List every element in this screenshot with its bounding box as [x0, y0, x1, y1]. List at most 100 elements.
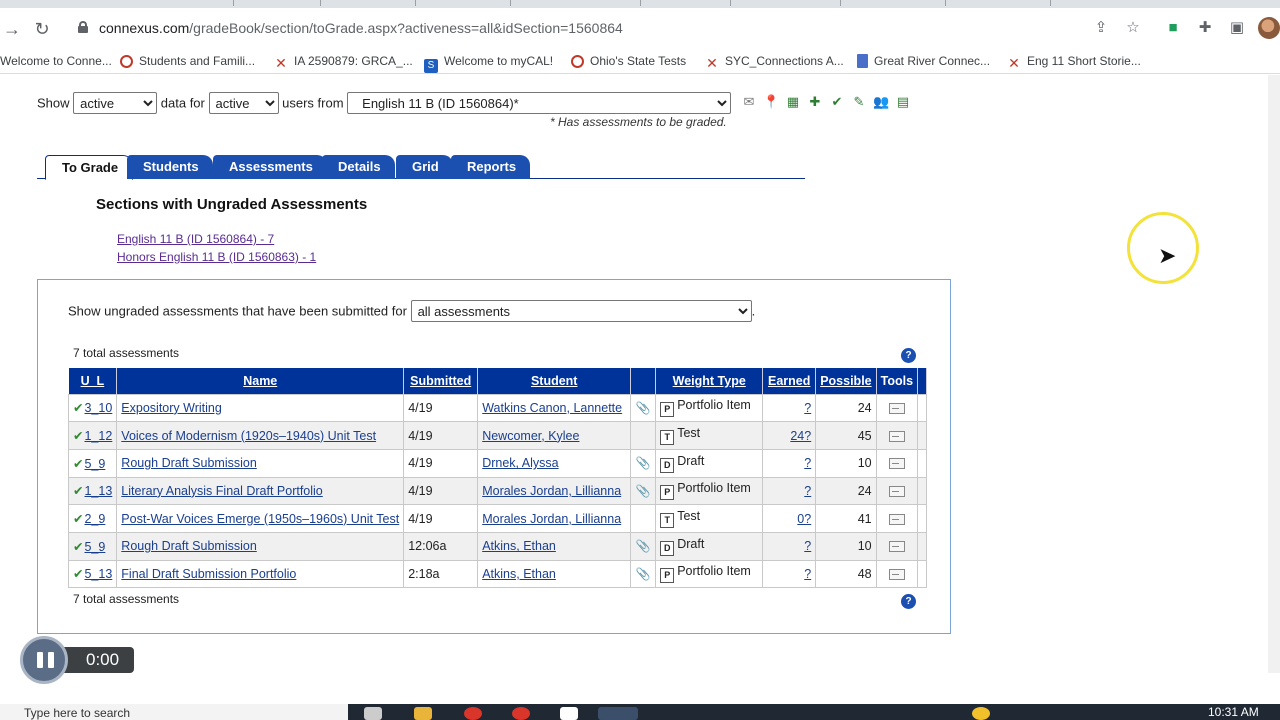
message-tool-icon[interactable]: [888, 430, 905, 442]
message-tool-icon[interactable]: [888, 513, 905, 525]
ul-link[interactable]: 5_9: [84, 540, 105, 554]
paperclip-icon[interactable]: 📎: [636, 567, 651, 581]
earned-link[interactable]: ?: [804, 456, 811, 470]
bookmark-ohio-tests[interactable]: Ohio's State Tests: [571, 52, 686, 70]
url-text[interactable]: connexus.com/gradeBook/section/toGrade.a…: [99, 20, 623, 36]
tab-details[interactable]: Details: [322, 155, 395, 179]
earned-link[interactable]: 24?: [790, 429, 811, 443]
col-tools: Tools: [876, 368, 919, 394]
bookmark-welcome-connexus[interactable]: Welcome to Conne...: [0, 52, 112, 70]
bookmark-students-families[interactable]: Students and Famili...: [120, 52, 255, 70]
approve-icon[interactable]: ✔: [829, 94, 845, 110]
assessment-name-link[interactable]: Literary Analysis Final Draft Portfolio: [121, 484, 322, 498]
earned-link[interactable]: ?: [804, 567, 811, 581]
tab-reports[interactable]: Reports: [451, 155, 531, 179]
col-earned[interactable]: Earned: [762, 368, 817, 394]
message-tool-icon[interactable]: [888, 568, 905, 580]
message-tool-icon[interactable]: [888, 402, 905, 414]
earned-link[interactable]: ?: [804, 539, 811, 553]
taskbar-search-box[interactable]: Type here to search: [0, 704, 348, 720]
bookmark-syc-connections[interactable]: ✕ SYC_Connections A...: [705, 52, 844, 70]
users-icon[interactable]: 👥: [873, 94, 889, 110]
col-student[interactable]: Student: [477, 368, 632, 394]
col-name[interactable]: Name: [116, 368, 405, 394]
bookmark-mycal[interactable]: S Welcome to myCAL!: [424, 52, 553, 73]
paperclip-icon[interactable]: 📎: [636, 401, 651, 415]
ul-link[interactable]: 2_9: [84, 512, 105, 526]
student-link[interactable]: Morales Jordan, Lillianna: [482, 512, 621, 526]
message-tool-icon[interactable]: [888, 541, 905, 553]
page-scrollbar[interactable]: [1268, 75, 1280, 673]
possible-cell: 10: [815, 531, 877, 561]
tab-students[interactable]: Students: [127, 155, 213, 179]
star-icon[interactable]: ☆: [1124, 19, 1142, 37]
earned-link[interactable]: ?: [804, 484, 811, 498]
file-explorer-icon[interactable]: [414, 707, 432, 720]
assessment-name-link[interactable]: Voices of Modernism (1920s–1940s) Unit T…: [121, 429, 376, 443]
ul-link[interactable]: 3_10: [84, 401, 112, 415]
puzzle-icon[interactable]: ✚: [1196, 19, 1214, 37]
student-link[interactable]: Drnek, Alyssa: [482, 456, 558, 470]
student-link[interactable]: Morales Jordan, Lillianna: [482, 484, 621, 498]
activeness-select[interactable]: active: [73, 92, 158, 114]
student-link[interactable]: Atkins, Ethan: [482, 567, 556, 581]
reload-icon[interactable]: ↻: [30, 17, 54, 41]
add-icon[interactable]: ✚: [807, 94, 823, 110]
message-tool-icon[interactable]: [888, 485, 905, 497]
forward-icon[interactable]: →: [0, 17, 24, 41]
bookmark-eng11-short-stories[interactable]: ✕ Eng 11 Short Storie...: [1007, 52, 1141, 70]
ul-link[interactable]: 5_13: [84, 567, 112, 581]
paperclip-icon[interactable]: 📎: [636, 539, 651, 553]
assessment-name-link[interactable]: Post-War Voices Emerge (1950s–1960s) Uni…: [121, 512, 399, 526]
pin-icon[interactable]: 📍: [763, 94, 779, 110]
assessment-name-link[interactable]: Final Draft Submission Portfolio: [121, 567, 296, 581]
ul-link[interactable]: 1_12: [84, 429, 112, 443]
assessment-name-link[interactable]: Rough Draft Submission: [121, 456, 256, 470]
report-icon[interactable]: ▤: [895, 94, 911, 110]
col-possible[interactable]: Possible: [815, 368, 877, 394]
earned-link[interactable]: ?: [804, 401, 811, 415]
chrome-profile-icon[interactable]: [512, 707, 530, 720]
app-icon[interactable]: [560, 707, 578, 720]
assessment-name-link[interactable]: Rough Draft Submission: [121, 539, 256, 553]
student-link[interactable]: Watkins Canon, Lannette: [482, 401, 622, 415]
message-icon[interactable]: ✉: [741, 94, 757, 110]
url-omnibox[interactable]: connexus.com/gradeBook/section/toGrade.a…: [62, 13, 1082, 43]
tab-grid[interactable]: Grid: [396, 155, 453, 179]
sidepanel-icon[interactable]: ▣: [1228, 19, 1246, 37]
task-view-icon[interactable]: [364, 707, 382, 720]
profile-avatar[interactable]: [1258, 17, 1280, 39]
assessment-name-link[interactable]: Expository Writing: [121, 401, 222, 415]
edit-icon[interactable]: ✎: [851, 94, 867, 110]
active-app-icon[interactable]: [598, 707, 638, 720]
col-ul[interactable]: U_L: [68, 368, 118, 394]
extension-green-icon[interactable]: ■: [1164, 19, 1182, 37]
share-icon[interactable]: ⇪: [1092, 19, 1110, 37]
tab-to-grade[interactable]: To Grade: [45, 155, 134, 180]
paperclip-icon[interactable]: 📎: [636, 484, 651, 498]
message-tool-icon[interactable]: [888, 458, 905, 470]
section-select[interactable]: English 11 B (ID 1560864)*: [347, 92, 732, 114]
col-submitted[interactable]: Submitted: [403, 368, 479, 394]
earned-link[interactable]: 0?: [797, 512, 811, 526]
student-link[interactable]: Atkins, Ethan: [482, 539, 556, 553]
bookmark-great-river[interactable]: Great River Connec...: [857, 52, 990, 70]
submitted-filter-select[interactable]: all assessments: [410, 300, 752, 322]
section-link-english11b[interactable]: English 11 B (ID 1560864) - 7: [117, 232, 274, 246]
weather-icon[interactable]: [972, 707, 990, 720]
student-link[interactable]: Newcomer, Kylee: [482, 429, 579, 443]
chrome-icon[interactable]: [464, 707, 482, 720]
pause-button[interactable]: [20, 636, 68, 684]
col-weight-type[interactable]: Weight Type: [655, 368, 764, 394]
ul-link[interactable]: 1_13: [84, 484, 112, 498]
tab-assessments[interactable]: Assessments: [213, 155, 327, 179]
help-icon[interactable]: ?: [901, 594, 916, 609]
paperclip-icon[interactable]: 📎: [636, 456, 651, 470]
folder-add-icon[interactable]: ▦: [785, 94, 801, 110]
users-select[interactable]: active: [208, 92, 279, 114]
ul-link[interactable]: 5_9: [84, 457, 105, 471]
section-link-honors-english11b[interactable]: Honors English 11 B (ID 1560863) - 1: [117, 250, 316, 264]
bookmark-ia-grca[interactable]: ✕ IA 2590879: GRCA_...: [274, 52, 413, 70]
lock-icon[interactable]: [78, 21, 88, 33]
help-icon[interactable]: ?: [901, 348, 916, 363]
